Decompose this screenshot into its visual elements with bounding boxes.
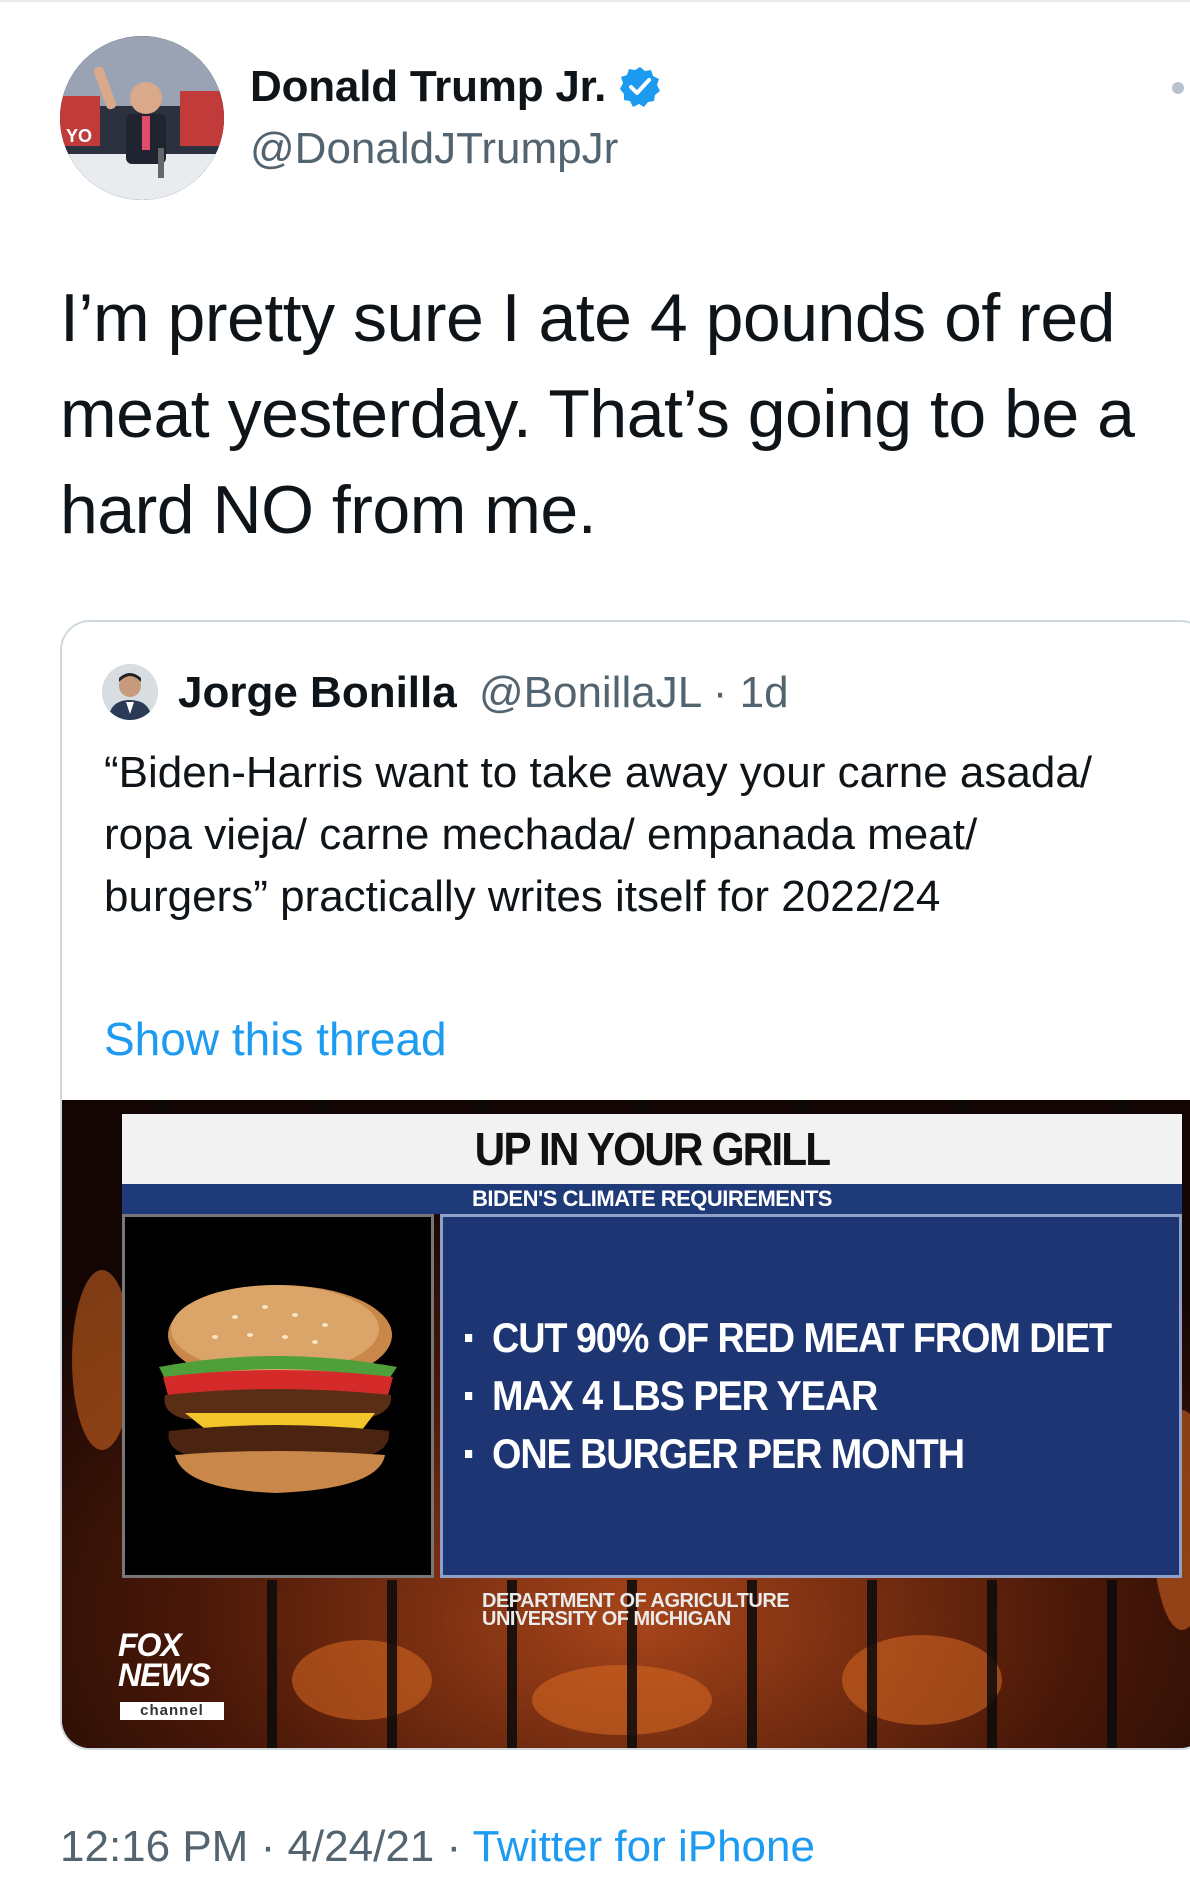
graphic-banner: UP IN YOUR GRILL BIDEN'S CLIMATE REQUIRE… xyxy=(122,1114,1182,1214)
requirement-item: ONE BURGER PER MONTH xyxy=(465,1425,1111,1483)
requirement-text: ONE BURGER PER MONTH xyxy=(492,1430,965,1477)
requirement-item: MAX 4 LBS PER YEAR xyxy=(465,1367,1111,1425)
fox-logo-line: NEWS xyxy=(118,1657,211,1693)
footer-separator: · xyxy=(248,1822,288,1871)
fox-news-logo: FOX NEWS channel xyxy=(118,1627,228,1730)
tweet-text: I’m pretty sure I ate 4 pounds of red me… xyxy=(60,280,1135,548)
bullet-square-icon xyxy=(465,1450,473,1458)
author-name-row: Donald Trump Jr. xyxy=(250,62,662,112)
fox-news-logo-text: FOX NEWS xyxy=(118,1627,211,1693)
quote-timestamp[interactable]: 1d xyxy=(740,668,789,717)
burger-icon xyxy=(159,1285,397,1493)
bullet-square-icon xyxy=(465,1392,473,1400)
author-avatar-image: YO xyxy=(60,36,224,200)
author-handle[interactable]: @DonaldJTrumpJr xyxy=(250,124,618,174)
requirement-text: CUT 90% OF RED MEAT FROM DIET xyxy=(492,1314,1112,1361)
quote-header: Jorge Bonilla @BonillaJL · 1d xyxy=(178,668,789,718)
graphic-source: DEPARTMENT OF AGRICULTURE UNIVERSITY OF … xyxy=(482,1591,790,1630)
quote-text: “Biden-Harris want to take away your car… xyxy=(104,748,1093,921)
fox-logo-line: FOX xyxy=(118,1627,182,1663)
footer-separator: · xyxy=(434,1822,473,1871)
graphic-headline: UP IN YOUR GRILL xyxy=(474,1123,831,1175)
top-divider xyxy=(0,0,1190,2)
avatar-sign-text: YO xyxy=(66,126,92,146)
quoted-tweet-card[interactable]: Jorge Bonilla @BonillaJL · 1d “Biden-Har… xyxy=(60,620,1190,1750)
quote-media-image[interactable]: UP IN YOUR GRILL BIDEN'S CLIMATE REQUIRE… xyxy=(62,1100,1190,1748)
author-avatar[interactable]: YO xyxy=(60,36,224,200)
requirement-item: CUT 90% OF RED MEAT FROM DIET xyxy=(465,1309,1112,1367)
graphic-source-line: UNIVERSITY OF MICHIGAN xyxy=(482,1608,731,1630)
requirement-text: MAX 4 LBS PER YEAR xyxy=(492,1372,878,1419)
more-options-icon[interactable] xyxy=(1172,82,1184,94)
show-thread-link[interactable]: Show this thread xyxy=(104,1012,447,1066)
burger-image-panel xyxy=(122,1214,434,1578)
tweet-time[interactable]: 12:16 PM xyxy=(60,1822,248,1871)
verified-badge-icon xyxy=(618,65,662,109)
fox-logo-channel: channel xyxy=(120,1702,224,1720)
quote-author-name[interactable]: Jorge Bonilla xyxy=(178,668,457,717)
author-display-name[interactable]: Donald Trump Jr. xyxy=(250,62,606,112)
quote-author-avatar[interactable] xyxy=(102,664,158,720)
bullet-square-icon xyxy=(465,1334,473,1342)
quote-separator: · xyxy=(712,668,728,717)
tweet-metadata: 12:16 PM · 4/24/21 · Twitter for iPhone xyxy=(60,1822,815,1872)
tweet-source-link[interactable]: Twitter for iPhone xyxy=(473,1822,815,1871)
requirements-list: CUT 90% OF RED MEAT FROM DIET MAX 4 LBS … xyxy=(465,1309,1183,1483)
graphic-subheadline: BIDEN'S CLIMATE REQUIREMENTS xyxy=(122,1184,1182,1214)
quote-author-handle[interactable]: @BonillaJL xyxy=(479,668,701,717)
tweet-date[interactable]: 4/24/21 xyxy=(287,1822,434,1871)
requirements-panel: CUT 90% OF RED MEAT FROM DIET MAX 4 LBS … xyxy=(440,1214,1182,1578)
